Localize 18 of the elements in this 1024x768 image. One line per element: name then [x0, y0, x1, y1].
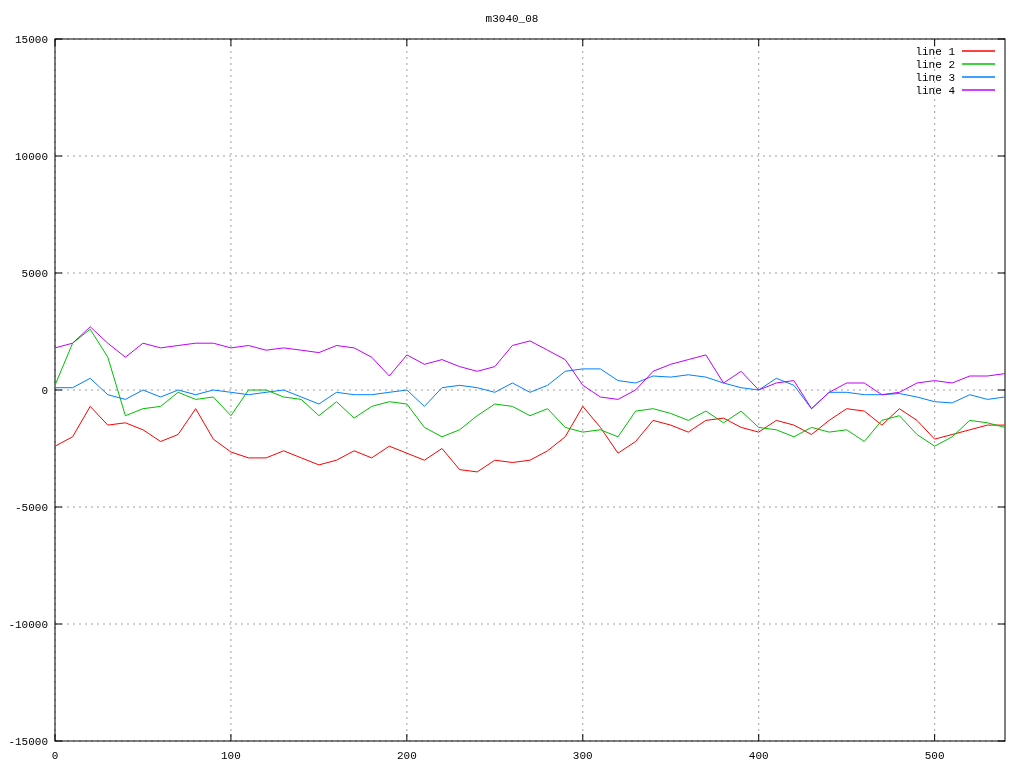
- x-tick-label: 500: [924, 750, 945, 762]
- y-tick-label: 15000: [15, 34, 48, 46]
- y-tick-label: -5000: [15, 502, 48, 514]
- x-tick-label: 100: [221, 750, 241, 762]
- x-tick-label: 0: [51, 750, 59, 762]
- x-tick-label: 200: [396, 750, 417, 762]
- legend-label: line 3: [915, 72, 955, 84]
- x-tick-label: 400: [748, 750, 769, 762]
- chart-title: m3040_08: [485, 13, 539, 25]
- y-tick-label: -10000: [8, 619, 48, 631]
- y-tick-label: 10000: [15, 151, 48, 163]
- legend-label: line 1: [915, 46, 955, 58]
- x-tick-label: 300: [572, 750, 593, 762]
- y-tick-label: 5000: [21, 268, 48, 280]
- legend-label: line 2: [915, 59, 955, 71]
- legend-label: line 4: [915, 85, 955, 97]
- y-tick-label: 0: [41, 385, 48, 397]
- y-tick-label: -15000: [8, 736, 48, 748]
